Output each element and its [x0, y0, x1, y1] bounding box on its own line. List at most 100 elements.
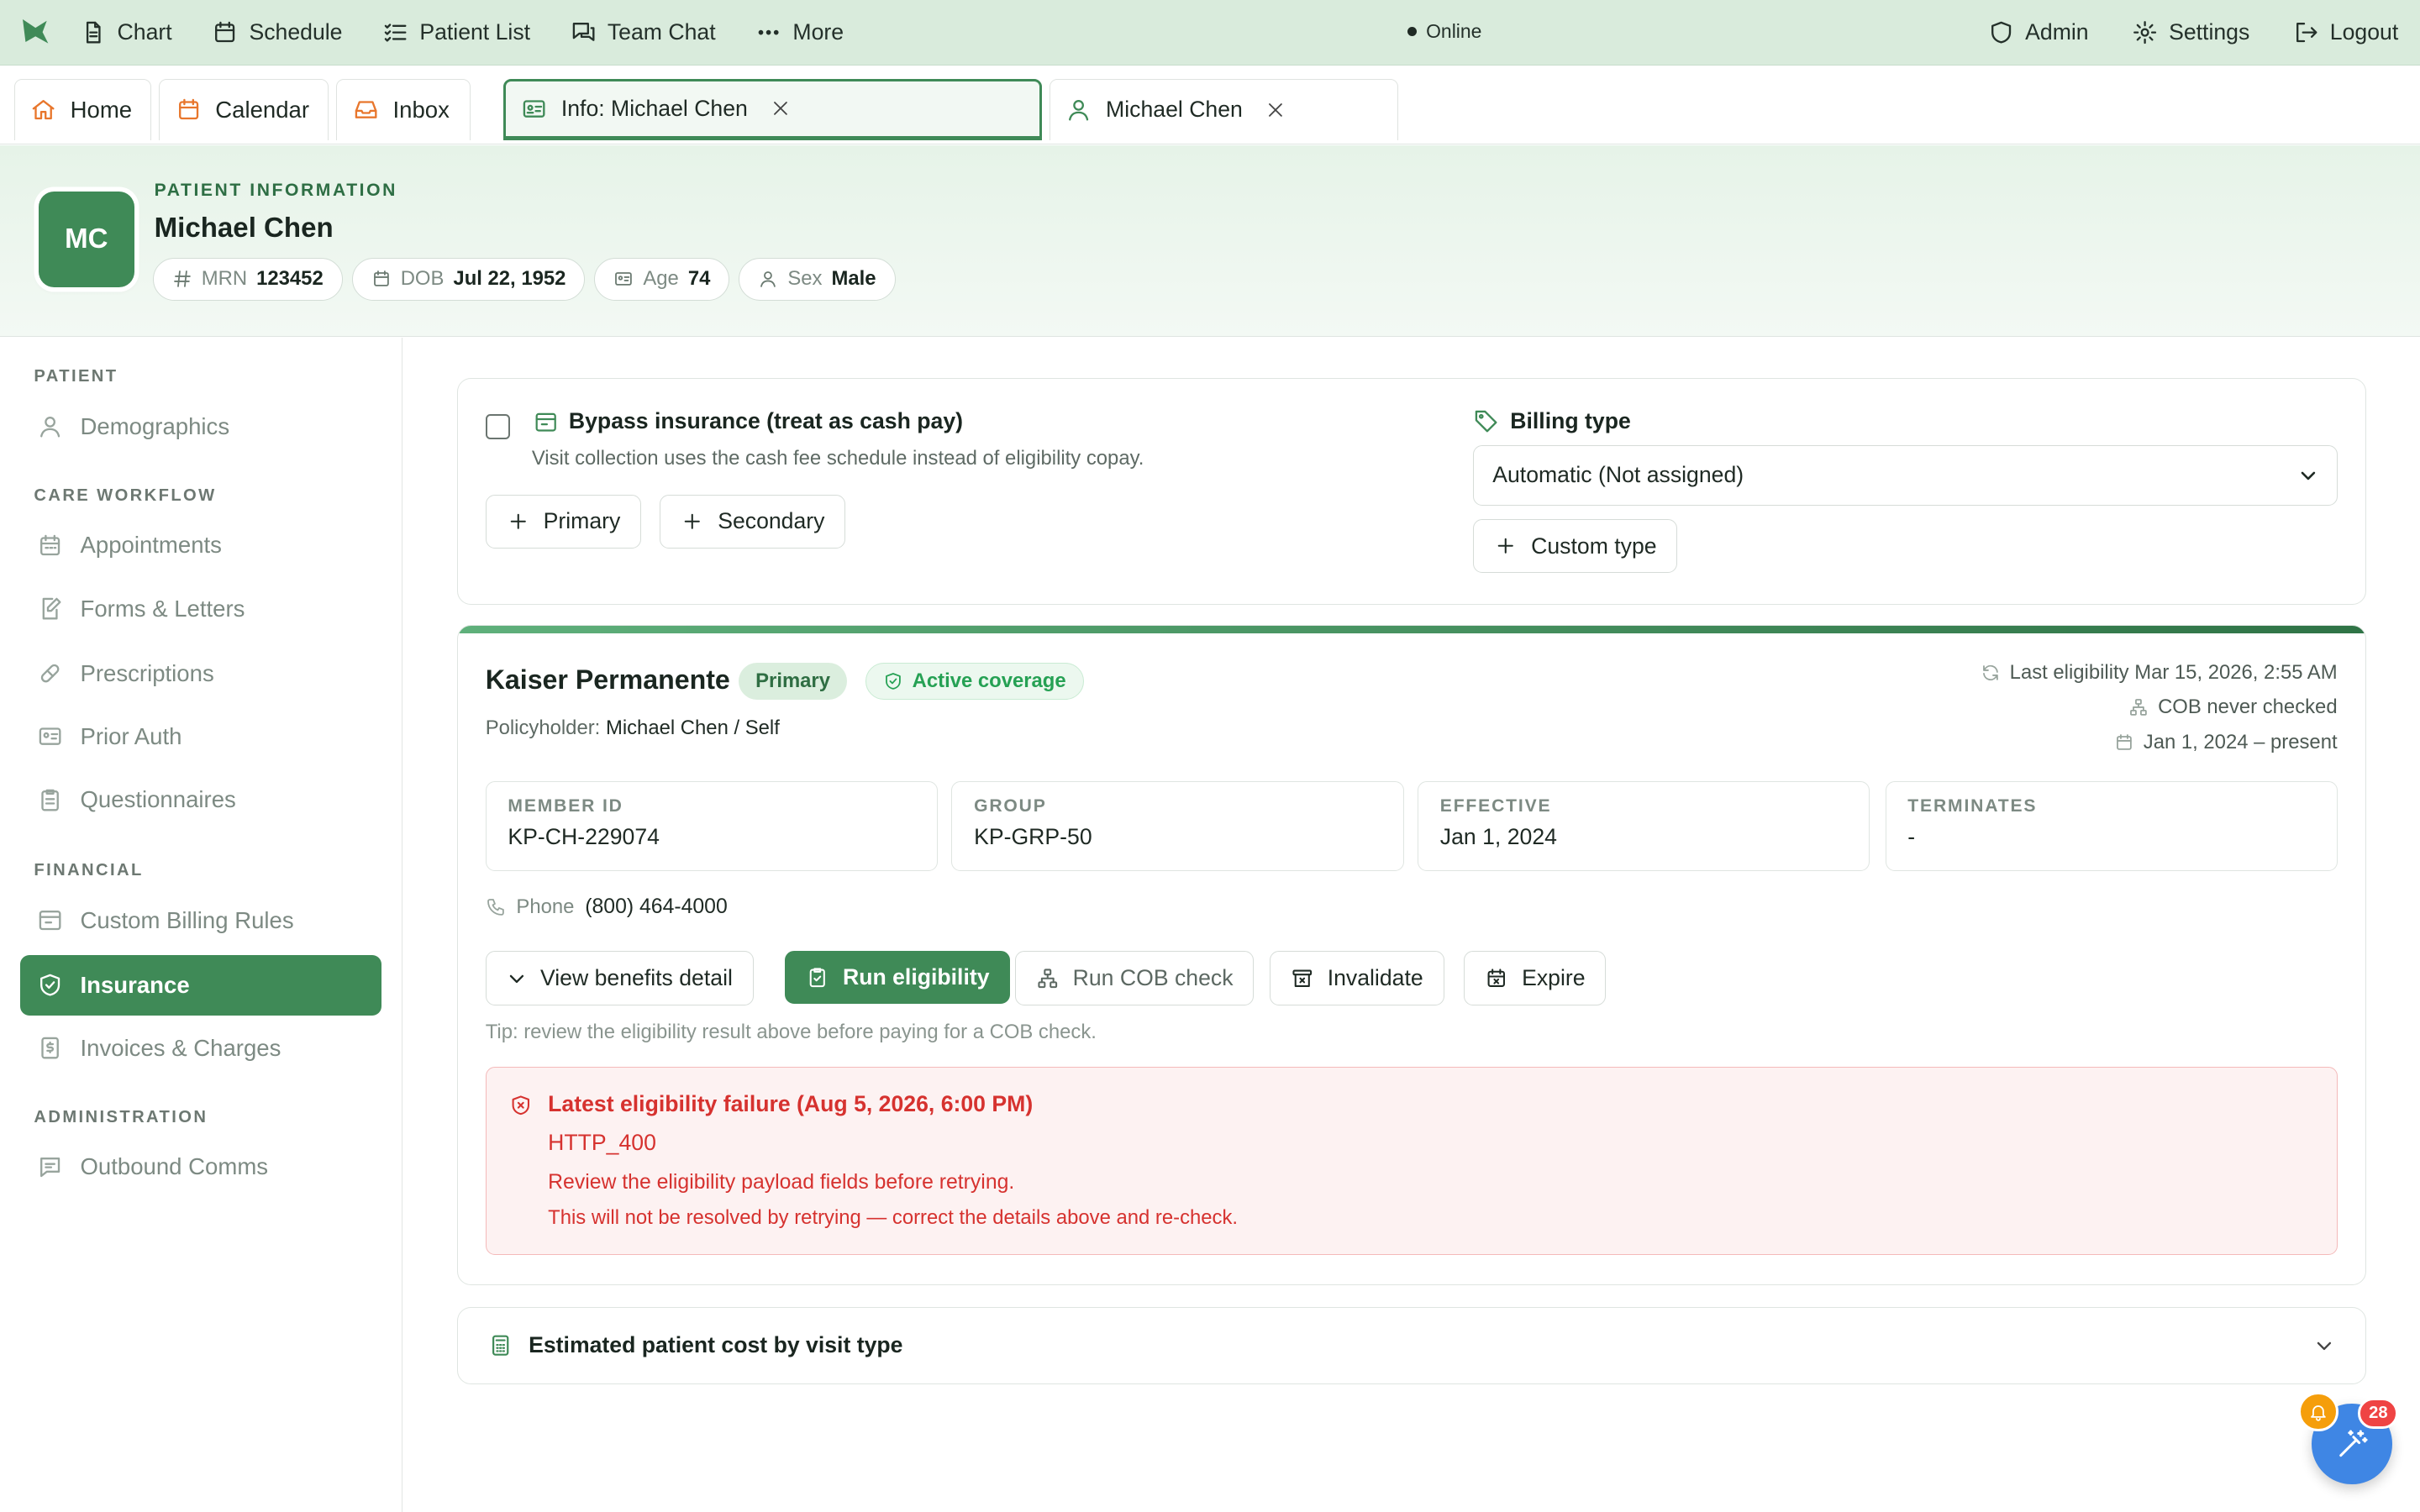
tab-patient[interactable]: Michael Chen	[1049, 78, 1399, 141]
expire-button[interactable]: Expire	[1464, 951, 1607, 1005]
sidebar-item-billing-rules[interactable]: Custom Billing Rules	[20, 890, 381, 951]
nav-chart-label: Chart	[117, 19, 172, 45]
estimate-accordion[interactable]: Estimated patient cost by visit type	[456, 1306, 2366, 1384]
run-eligibility-label: Run eligibility	[842, 964, 990, 990]
calendar-icon	[40, 534, 60, 555]
sidebar-item-insurance[interactable]: Insurance	[19, 954, 381, 1016]
sidebar-item-outbound[interactable]: Outbound Comms	[20, 1137, 381, 1198]
patient-name: Michael Chen	[154, 213, 334, 244]
tab-calendar[interactable]: Calendar	[159, 78, 329, 141]
nav-admin[interactable]: Admin	[1988, 19, 2089, 45]
sidebar-item-prescriptions[interactable]: Prescriptions	[20, 643, 381, 704]
hash-icon	[173, 270, 191, 288]
run-cob-button[interactable]: Run COB check	[1014, 951, 1255, 1005]
shield-x-icon	[512, 1095, 530, 1116]
last-eligibility: Last eligibility Mar 15, 2026, 2:55 AM	[1981, 661, 2338, 685]
sidebar-item-appointments[interactable]: Appointments	[20, 515, 381, 575]
sex-label: Sex	[787, 267, 823, 291]
nav-more[interactable]: More	[755, 19, 844, 45]
tab-home[interactable]: Home	[13, 78, 151, 141]
tab-calendar-label: Calendar	[215, 96, 310, 123]
calendar-icon	[178, 98, 198, 120]
logout-icon	[2296, 22, 2317, 43]
user-icon	[40, 417, 60, 438]
sidebar-item-forms[interactable]: Forms & Letters	[20, 579, 381, 639]
nav-schedule[interactable]: Schedule	[212, 19, 343, 45]
age-value: 74	[687, 267, 711, 291]
close-icon[interactable]	[1265, 100, 1286, 120]
run-eligibility-button[interactable]: Run eligibility	[785, 951, 1011, 1004]
calendar-icon	[215, 21, 235, 43]
field-label: TERMINATES	[1907, 795, 2038, 816]
chevron-down-icon	[2317, 1341, 2332, 1350]
sidebar-item-label: Questionnaires	[80, 786, 236, 813]
view-benefits-button[interactable]: View benefits detail	[485, 951, 754, 1005]
sidebar-item-label: Appointments	[80, 532, 222, 559]
tab-patient-info[interactable]: Info: Michael Chen	[502, 78, 1042, 141]
nav-chart[interactable]: Chart	[80, 19, 172, 45]
user-icon	[760, 271, 776, 288]
run-cob-label: Run COB check	[1072, 965, 1234, 991]
connection-status-label: Online	[1426, 19, 1482, 42]
sidebar-item-prior-auth[interactable]: Prior Auth	[20, 706, 381, 767]
sidebar-item-label: Insurance	[80, 971, 190, 998]
billing-settings-card: Bypass insurance (treat as cash pay) Vis…	[456, 377, 2366, 605]
plus-icon	[1497, 538, 1513, 554]
sidebar-item-label: Demographics	[80, 412, 230, 439]
nav-settings[interactable]: Settings	[2132, 19, 2249, 45]
nav-schedule-label: Schedule	[249, 19, 343, 45]
network-icon	[1037, 969, 1057, 988]
coverage-status-badge: Active coverage	[865, 662, 1084, 701]
expire-label: Expire	[1522, 965, 1586, 991]
field-label: MEMBER ID	[508, 795, 623, 816]
nav-patient-list[interactable]: Patient List	[382, 19, 530, 45]
chat-icon	[572, 22, 595, 41]
top-navbar: Chart Schedule Patient List Team Chat Mo…	[0, 0, 2420, 66]
mrn-label: MRN	[201, 267, 248, 291]
bypass-insurance-checkbox[interactable]	[485, 414, 511, 439]
field-value: Jan 1, 2024	[1439, 824, 1557, 850]
app-logo-icon[interactable]	[18, 15, 52, 49]
mrn-value: 123452	[256, 267, 324, 291]
bypass-subtitle: Visit collection uses the cash fee sched…	[531, 446, 1144, 470]
close-icon[interactable]	[771, 98, 791, 118]
nav-settings-label: Settings	[2169, 19, 2250, 45]
sidebar-item-demographics[interactable]: Demographics	[20, 396, 381, 457]
tab-inbox[interactable]: Inbox	[336, 78, 471, 141]
clipboard-check-icon	[809, 968, 825, 987]
sidebar-item-label: Invoices & Charges	[80, 1035, 281, 1062]
billing-type-label: Billing type	[1510, 407, 1631, 433]
policyholder-label: Policyholder:	[485, 717, 601, 740]
gear-icon	[2133, 21, 2157, 45]
notification-bell-button[interactable]	[2297, 1391, 2338, 1432]
add-secondary-button[interactable]: Secondary	[660, 494, 846, 549]
policyholder-value: Michael Chen / Self	[605, 717, 780, 740]
billing-icon	[39, 911, 61, 931]
billing-icon	[535, 412, 556, 432]
calendar-icon	[2116, 733, 2132, 750]
nav-logout[interactable]: Logout	[2293, 19, 2398, 45]
add-custom-type-button[interactable]: Custom type	[1473, 519, 1678, 574]
billing-type-select[interactable]: Automatic (Not assigned)	[1473, 444, 2338, 506]
add-primary-button[interactable]: Primary	[485, 494, 642, 549]
refresh-icon	[1982, 665, 1998, 681]
field-value: KP-CH-229074	[508, 824, 660, 850]
cob-status-text: COB never checked	[2158, 695, 2338, 718]
terminates-field: TERMINATES -	[1885, 781, 2338, 871]
sidebar-item-questionnaires[interactable]: Questionnaires	[20, 770, 381, 831]
field-value: -	[1907, 824, 1916, 850]
plus-icon	[684, 513, 700, 529]
nav-team-chat[interactable]: Team Chat	[571, 19, 716, 45]
invalidate-button[interactable]: Invalidate	[1269, 951, 1444, 1005]
policyholder-row: Policyholder: Michael Chen / Self	[486, 717, 780, 740]
mrn-chip: MRN 123452	[152, 257, 343, 302]
cob-tip: Tip: review the eligibility result above…	[485, 1021, 1097, 1044]
add-secondary-label: Secondary	[718, 508, 825, 534]
clipboard-icon	[41, 789, 59, 811]
coverage-dates: Jan 1, 2024 – present	[2114, 731, 2338, 754]
sidebar-item-invoices[interactable]: Invoices & Charges	[20, 1018, 381, 1079]
notification-count-badge: 28	[2358, 1398, 2399, 1429]
chevron-down-icon	[509, 974, 523, 983]
tag-icon	[1475, 410, 1497, 433]
tab-home-label: Home	[70, 96, 133, 123]
